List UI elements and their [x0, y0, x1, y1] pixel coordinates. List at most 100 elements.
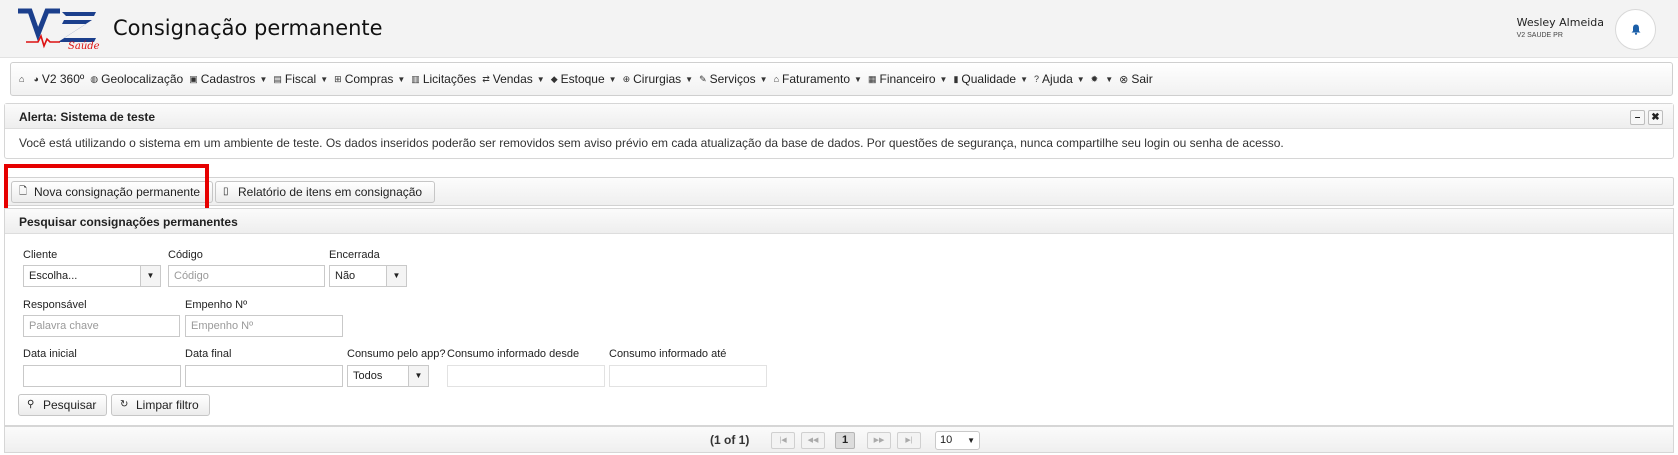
caret-down-icon: ▼ — [320, 74, 329, 84]
chevron-down-icon: ▼ — [386, 266, 406, 286]
menu-vendas[interactable]: ⇄ Vendas ▼ — [482, 72, 545, 86]
caret-down-icon: ▼ — [854, 74, 862, 84]
button-label: Relatório de itens em consignação — [238, 185, 423, 199]
wrench-icon: ✎ — [699, 73, 707, 84]
caret-down-icon: ▼ — [759, 74, 768, 84]
menu-label: Fiscal — [284, 72, 317, 86]
menu-label: Geolocalização — [101, 72, 184, 86]
caret-down-icon: ▼ — [1105, 74, 1114, 84]
caret-down-icon: ▼ — [939, 74, 948, 84]
chevron-down-icon: ▼ — [140, 266, 160, 286]
cliente-select[interactable]: Escolha... ▼ — [23, 265, 161, 287]
menu-servicos[interactable]: ✎ Serviços ▼ — [699, 72, 767, 86]
search-title: Pesquisar consignações permanentes — [19, 215, 238, 229]
menu-cadastros[interactable]: ▣ Cadastros ▼ — [189, 72, 267, 86]
notifications-button[interactable] — [1615, 9, 1656, 50]
close-button[interactable]: ✖ — [1648, 110, 1663, 125]
action-toolbar: 🗋 Nova consignação permanente ▯ Relatóri… — [4, 177, 1674, 206]
menu-label: Financeiro — [879, 72, 936, 86]
consumo-desde-input[interactable] — [447, 365, 605, 387]
test-system-alert: Alerta: Sistema de teste – ✖ Você está u… — [4, 103, 1674, 159]
pie-chart-icon: ◕ — [33, 74, 39, 84]
codigo-label: Código — [168, 249, 203, 261]
encerrada-label: Encerrada — [329, 249, 380, 261]
menu-qualidade[interactable]: ▮ Qualidade ▼ — [953, 72, 1028, 86]
empenho-label: Empenho Nº — [185, 299, 248, 311]
page-status: (1 of 1) — [710, 433, 750, 447]
consignment-report-button[interactable]: ▯ Relatório de itens em consignação — [215, 181, 436, 203]
data-inicial-input[interactable] — [23, 365, 181, 387]
caret-down-icon: ▼ — [536, 74, 545, 84]
button-label: Nova consignação permanente — [34, 185, 201, 199]
menu-label: Cadastros — [200, 72, 256, 86]
consumo-ate-input[interactable] — [609, 365, 767, 387]
user-info[interactable]: Wesley Almeida V2 SAUDE PR — [1517, 16, 1604, 39]
new-consignment-button[interactable]: 🗋 Nova consignação permanente — [11, 181, 214, 203]
menu-cirurgias[interactable]: ⊕ Cirurgias ▼ — [623, 72, 693, 86]
arrows-icon: ⇄ — [482, 73, 490, 84]
search-button[interactable]: ⚲ Pesquisar — [18, 394, 108, 416]
minimize-button[interactable]: – — [1630, 110, 1645, 125]
refresh-icon: ↻ — [120, 399, 129, 410]
chevron-down-icon: ▼ — [967, 436, 975, 445]
chevron-down-icon: ▼ — [408, 366, 428, 386]
button-label: Pesquisar — [43, 398, 97, 412]
menu-v2-360[interactable]: ◕ V2 360º — [33, 72, 84, 86]
main-menu: ⌂ ◕ V2 360º ◍ Geolocalização ▣ Cadastros ▼ ▤… — [10, 62, 1673, 96]
page-1-button[interactable]: 1 — [835, 432, 855, 449]
next-page-button[interactable]: ▶▶ — [867, 432, 891, 449]
tag-icon: ◆ — [550, 73, 558, 84]
menu-fiscal[interactable]: ▤ Fiscal ▼ — [273, 72, 328, 86]
caret-down-icon: ▼ — [608, 74, 617, 84]
menu-financeiro[interactable]: ▦ Financeiro ▼ — [868, 72, 947, 86]
menu-settings[interactable]: ✹ ▼ — [1091, 74, 1113, 85]
codigo-input[interactable] — [168, 265, 325, 287]
menu-label: Licitações — [422, 72, 477, 86]
consumo-app-select[interactable]: Todos ▼ — [347, 365, 429, 387]
alert-message: Você está utilizando o sistema em um amb… — [19, 136, 1284, 150]
cliente-value: Escolha... — [29, 270, 78, 282]
clear-filter-button[interactable]: ↻ Limpar filtro — [111, 394, 210, 416]
close-circle-icon: ⊗ — [1119, 73, 1129, 86]
first-page-button[interactable]: |◀ — [771, 432, 795, 449]
building-icon: ▥ — [411, 73, 420, 84]
menu-label: Qualidade — [961, 72, 1017, 86]
bell-icon — [1631, 24, 1640, 35]
menu-label: Ajuda — [1042, 72, 1073, 86]
globe-icon: ◍ — [90, 73, 99, 84]
alert-header: Alerta: Sistema de teste – ✖ — [5, 104, 1673, 129]
consumo-desde-label: Consumo informado desde — [447, 348, 580, 360]
rows-per-page-value: 10 — [940, 434, 953, 446]
menu-label: Vendas — [492, 72, 533, 86]
prev-page-button[interactable]: ◀◀ — [801, 432, 825, 449]
rows-per-page-select[interactable]: 10 ▼ — [935, 431, 980, 450]
menu-ajuda[interactable]: ? Ajuda ▼ — [1034, 72, 1085, 86]
consumo-app-label: Consumo pelo app? — [347, 348, 446, 360]
responsavel-label: Responsável — [23, 299, 87, 311]
menu-estoque[interactable]: ◆ Estoque ▼ — [551, 72, 617, 86]
caret-down-icon: ▼ — [685, 74, 694, 84]
caret-down-icon: ▼ — [259, 74, 268, 84]
menu-faturamento[interactable]: ⌂ Faturamento ▼ — [774, 72, 862, 86]
menu-compras[interactable]: ⊞ Compras ▼ — [334, 72, 405, 86]
menu-licitacoes[interactable]: ▥ Licitações — [411, 72, 476, 86]
menu-home[interactable]: ⌂ — [19, 74, 27, 84]
caret-down-icon: ▼ — [1076, 74, 1085, 84]
home-icon: ⌂ — [19, 74, 25, 84]
paginator: (1 of 1) |◀ ◀◀ 1 ▶▶ ▶| 10 ▼ — [4, 426, 1674, 453]
encerrada-select[interactable]: Não ▼ — [329, 265, 407, 287]
logo-saude-text: Saúde — [68, 41, 100, 50]
responsavel-input[interactable] — [23, 315, 180, 337]
menu-label: Cirurgias — [633, 72, 682, 86]
empenho-input[interactable] — [185, 315, 343, 337]
menu-geolocalizacao[interactable]: ◍ Geolocalização — [90, 72, 183, 86]
drawer-icon: ▣ — [189, 73, 198, 84]
plus-circle-icon: ⊕ — [622, 73, 631, 84]
search-icon: ⚲ — [27, 399, 35, 410]
consumo-app-value: Todos — [353, 370, 383, 382]
data-final-input[interactable] — [185, 365, 343, 387]
last-page-button[interactable]: ▶| — [897, 432, 921, 449]
menu-sair[interactable]: ⊗ Sair — [1119, 72, 1153, 86]
button-label: Limpar filtro — [136, 398, 199, 412]
alert-title: Alerta: Sistema de teste — [19, 110, 156, 124]
